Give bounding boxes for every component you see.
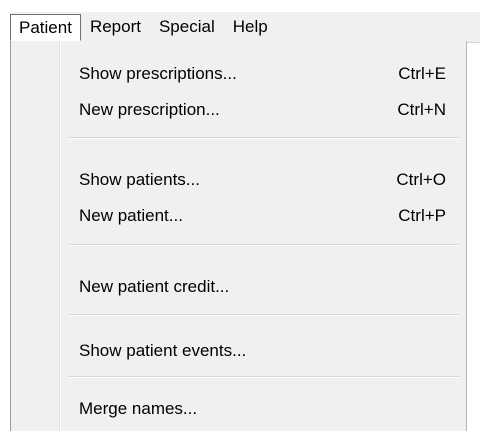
menu-help[interactable]: Help bbox=[224, 14, 277, 40]
menu-item-show-patients[interactable]: Show patients... Ctrl+O bbox=[11, 162, 466, 198]
menu-item-label: Show patient events... bbox=[79, 341, 247, 360]
menu-item-merge-names[interactable]: Merge names... bbox=[11, 391, 466, 427]
menu-bar: Patient Report Special Help bbox=[10, 12, 480, 43]
menu-separator bbox=[69, 244, 459, 246]
menu-item-shortcut: Ctrl+E bbox=[398, 64, 446, 83]
menu-separator bbox=[69, 314, 459, 316]
menu-item-label: New patient credit... bbox=[79, 277, 230, 296]
menu-separator bbox=[69, 137, 459, 139]
menu-item-show-prescriptions[interactable]: Show prescriptions... Ctrl+E bbox=[11, 56, 466, 92]
menu-report[interactable]: Report bbox=[81, 14, 150, 40]
menu-item-label: Show prescriptions... bbox=[79, 64, 237, 83]
menu-item-shortcut: Ctrl+O bbox=[396, 170, 446, 189]
menu-item-shortcut: Ctrl+N bbox=[397, 100, 446, 119]
menu-item-label: New patient... bbox=[79, 206, 183, 225]
menu-item-shortcut: Ctrl+P bbox=[398, 206, 446, 225]
menu-separator bbox=[69, 376, 459, 378]
menu-item-label: New prescription... bbox=[79, 100, 220, 119]
patient-dropdown-menu: Show prescriptions... Ctrl+E New prescri… bbox=[10, 41, 467, 431]
menu-patient[interactable]: Patient bbox=[10, 13, 81, 41]
menu-item-label: Show patients... bbox=[79, 170, 200, 189]
menu-item-new-patient[interactable]: New patient... Ctrl+P bbox=[11, 198, 466, 234]
menu-item-label: Merge names... bbox=[79, 399, 198, 418]
menu-item-show-patient-events[interactable]: Show patient events... bbox=[11, 333, 466, 369]
menu-special[interactable]: Special bbox=[150, 14, 224, 40]
menu-item-new-patient-credit[interactable]: New patient credit... bbox=[11, 269, 466, 305]
menu-item-new-prescription[interactable]: New prescription... Ctrl+N bbox=[11, 92, 466, 128]
